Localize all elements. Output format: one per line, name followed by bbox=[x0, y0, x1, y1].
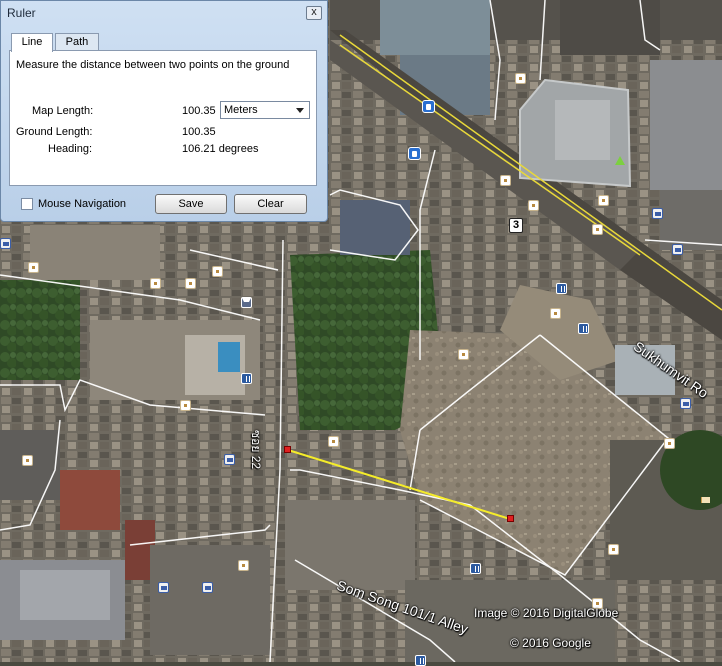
transit-icon[interactable] bbox=[422, 100, 435, 113]
poi-icon[interactable] bbox=[180, 400, 191, 411]
poi-icon[interactable] bbox=[212, 266, 223, 277]
mouse-navigation-label: Mouse Navigation bbox=[38, 198, 127, 210]
flag-icon[interactable] bbox=[0, 238, 11, 249]
poi-icon[interactable] bbox=[515, 73, 526, 84]
tab-path[interactable]: Path bbox=[55, 33, 99, 51]
heading-label: Heading: bbox=[48, 143, 93, 155]
ruler-end-point[interactable] bbox=[507, 515, 514, 522]
poi-icon[interactable] bbox=[592, 224, 603, 235]
save-button[interactable]: Save bbox=[155, 194, 227, 214]
poi-icon[interactable] bbox=[28, 262, 39, 273]
soi-22-label: ซอย 22 bbox=[249, 430, 263, 470]
restaurant-icon[interactable] bbox=[578, 323, 589, 334]
tab-line[interactable]: Line bbox=[11, 33, 53, 52]
flag-icon[interactable] bbox=[700, 494, 711, 505]
poi-icon[interactable] bbox=[328, 436, 339, 447]
clear-button[interactable]: Clear bbox=[234, 194, 307, 214]
flag-icon[interactable] bbox=[672, 244, 683, 255]
map-length-label: Map Length: bbox=[32, 105, 94, 117]
flag-icon[interactable] bbox=[224, 454, 235, 465]
restaurant-icon[interactable] bbox=[415, 655, 426, 666]
route-shield: 3 bbox=[509, 218, 523, 233]
ground-length-label: Ground Length: bbox=[16, 126, 93, 138]
mouse-navigation-checkbox[interactable] bbox=[21, 198, 33, 210]
imagery-credit: Image © 2016 DigitalGlobe bbox=[474, 606, 619, 620]
copyright-text: © 2016 Google bbox=[510, 636, 591, 650]
map-length-value: 100.35 bbox=[182, 105, 216, 117]
flag-icon[interactable] bbox=[680, 398, 691, 409]
poi-icon[interactable] bbox=[528, 200, 539, 211]
ruler-panel: Measure the distance between two points … bbox=[9, 50, 317, 186]
restaurant-icon[interactable] bbox=[470, 563, 481, 574]
heading-value: 106.21 degrees bbox=[182, 143, 259, 155]
unit-select[interactable]: Meters bbox=[220, 101, 310, 119]
poi-icon[interactable] bbox=[608, 544, 619, 555]
flag-icon[interactable] bbox=[158, 582, 169, 593]
bar-icon[interactable] bbox=[241, 297, 252, 308]
poi-icon[interactable] bbox=[500, 175, 511, 186]
unit-select-value: Meters bbox=[224, 104, 258, 116]
ruler-dialog: Ruler x Line Path Measure the distance b… bbox=[0, 0, 328, 222]
ruler-titlebar[interactable]: Ruler x bbox=[1, 1, 327, 25]
ruler-title: Ruler bbox=[7, 6, 36, 20]
ground-length-value: 100.35 bbox=[182, 126, 216, 138]
poi-icon[interactable] bbox=[150, 278, 161, 289]
poi-icon[interactable] bbox=[664, 438, 675, 449]
poi-icon[interactable] bbox=[598, 195, 609, 206]
flag-icon[interactable] bbox=[202, 582, 213, 593]
poi-icon[interactable] bbox=[238, 560, 249, 571]
park-icon[interactable] bbox=[614, 155, 625, 166]
restaurant-icon[interactable] bbox=[556, 283, 567, 294]
flag-icon[interactable] bbox=[652, 208, 663, 219]
restaurant-icon[interactable] bbox=[241, 373, 252, 384]
poi-icon[interactable] bbox=[185, 278, 196, 289]
chevron-down-icon bbox=[296, 108, 304, 113]
poi-icon[interactable] bbox=[22, 455, 33, 466]
poi-icon[interactable] bbox=[550, 308, 561, 319]
poi-icon[interactable] bbox=[458, 349, 469, 360]
ruler-start-point[interactable] bbox=[284, 446, 291, 453]
close-icon[interactable]: x bbox=[306, 6, 322, 20]
instruction-text: Measure the distance between two points … bbox=[16, 59, 290, 71]
transit-icon[interactable] bbox=[408, 147, 421, 160]
